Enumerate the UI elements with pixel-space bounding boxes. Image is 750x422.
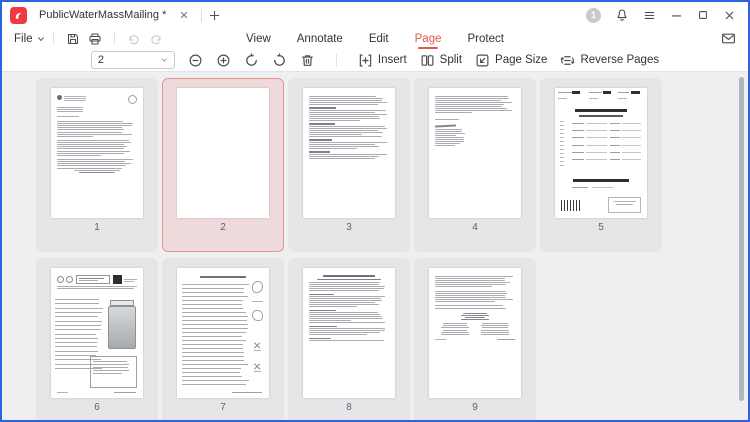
page-preview: [51, 268, 143, 398]
window-close-button[interactable]: [723, 9, 736, 22]
split-label: Split: [440, 54, 462, 66]
page-number-label: 5: [598, 222, 604, 233]
page-number-label: 9: [472, 402, 478, 413]
reverse-pages-button[interactable]: Reverse Pages: [560, 53, 659, 68]
page-thumbnail[interactable]: 9: [414, 258, 536, 420]
page-number-label: 1: [94, 222, 100, 233]
print-icon[interactable]: [88, 32, 102, 46]
reverse-pages-icon: [560, 53, 575, 68]
page-preview: [555, 88, 647, 218]
page-thumbnail[interactable]: 5: [540, 78, 662, 252]
zoom-in-icon[interactable]: [216, 53, 231, 68]
app-window: PublicWaterMassMailing * 1: [0, 0, 750, 422]
page-preview: [303, 268, 395, 398]
page-thumbnail[interactable]: 4: [414, 78, 536, 252]
rotate-left-icon[interactable]: [244, 53, 259, 68]
zoom-out-icon[interactable]: [188, 53, 203, 68]
save-icon[interactable]: [66, 32, 80, 46]
window-maximize-button[interactable]: [697, 9, 709, 21]
split-button[interactable]: Split: [420, 53, 462, 68]
chevron-down-icon: [37, 35, 45, 43]
menubar-left-group: File: [14, 32, 167, 46]
page-number-label: 3: [346, 222, 352, 233]
page-preview: [429, 268, 521, 398]
rotate-right-icon[interactable]: [272, 53, 287, 68]
page-number-label: 8: [346, 402, 352, 413]
split-icon: [420, 53, 435, 68]
delete-page-icon[interactable]: [300, 53, 315, 68]
page-thumbnail[interactable]: 7: [162, 258, 284, 420]
redo-icon: [149, 32, 163, 46]
page-preview: [177, 88, 269, 218]
page-thumbnail[interactable]: 2: [162, 78, 284, 252]
page-size-button[interactable]: Page Size: [475, 53, 547, 68]
menubar: File View Annotate Edit Page Protect: [2, 28, 748, 49]
page-size-label: Page Size: [495, 54, 547, 66]
page-number-selector[interactable]: [91, 51, 175, 69]
window-minimize-button[interactable]: [670, 9, 683, 22]
page-number-input[interactable]: [98, 54, 157, 66]
new-tab-button[interactable]: [209, 10, 220, 21]
page-toolbar: Insert Split Page Size Reverse Pages: [2, 49, 748, 72]
page-number-label: 7: [220, 402, 226, 413]
tab-close-icon[interactable]: [180, 11, 188, 19]
undo-icon: [127, 32, 141, 46]
page-number-label: 4: [472, 222, 478, 233]
chevron-down-icon: [161, 56, 168, 64]
app-logo-icon: [10, 7, 27, 24]
file-menu-label: File: [14, 33, 33, 45]
toolbar-separator: [114, 32, 115, 45]
titlebar-right-controls: 1: [586, 8, 748, 23]
feedback-mail-icon[interactable]: [721, 31, 736, 46]
scrollbar-thumb[interactable]: [739, 77, 744, 400]
page-preview: [51, 88, 143, 218]
document-tab-title: PublicWaterMassMailing *: [39, 9, 166, 21]
toolbar-separator: [336, 54, 337, 67]
titlebar: PublicWaterMassMailing * 1: [2, 2, 748, 28]
toolbar-separator: [53, 32, 54, 45]
tab-divider: [201, 9, 202, 22]
menu-item-protect[interactable]: Protect: [468, 31, 504, 47]
insert-button[interactable]: Insert: [358, 53, 407, 68]
thumbnail-grid: 1 2 3 4 5 6 7 8 9: [36, 78, 662, 420]
menu-item-edit[interactable]: Edit: [369, 31, 389, 47]
hamburger-menu-icon[interactable]: [643, 9, 656, 22]
page-preview: [429, 88, 521, 218]
notifications-bell-icon[interactable]: [615, 8, 629, 22]
thumbnail-panel: 1 2 3 4 5 6 7 8 9: [2, 72, 748, 420]
vertical-scrollbar[interactable]: [739, 74, 745, 418]
insert-label: Insert: [378, 54, 407, 66]
file-menu-button[interactable]: File: [14, 33, 45, 45]
menu-item-view[interactable]: View: [246, 31, 271, 47]
page-size-icon: [475, 53, 490, 68]
insert-icon: [358, 53, 373, 68]
page-preview: [177, 268, 269, 398]
page-preview: [303, 88, 395, 218]
reverse-pages-label: Reverse Pages: [580, 54, 659, 66]
page-thumbnail[interactable]: 3: [288, 78, 410, 252]
page-number-label: 6: [94, 402, 100, 413]
document-tab[interactable]: PublicWaterMassMailing *: [37, 2, 194, 28]
page-number-label: 2: [220, 222, 226, 233]
page-thumbnail[interactable]: 8: [288, 258, 410, 420]
menu-item-page[interactable]: Page: [415, 31, 442, 47]
page-thumbnail[interactable]: 1: [36, 78, 158, 252]
account-badge[interactable]: 1: [586, 8, 601, 23]
page-thumbnail[interactable]: 6: [36, 258, 158, 420]
menu-item-annotate[interactable]: Annotate: [297, 31, 343, 47]
